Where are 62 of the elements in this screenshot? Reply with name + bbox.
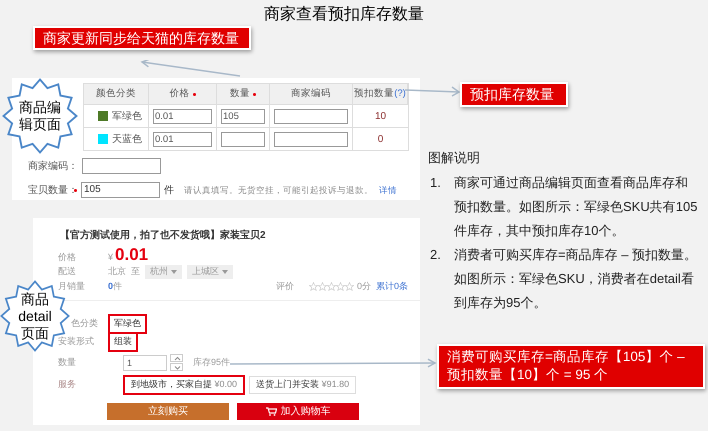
price-input[interactable]: 0.01 bbox=[153, 108, 212, 124]
option-chip[interactable]: 军绿色 bbox=[108, 314, 147, 334]
to-word: 至 bbox=[131, 265, 140, 278]
buy-now-button[interactable]: 立刻购买 bbox=[107, 403, 229, 420]
field-label: 配送 bbox=[58, 265, 77, 278]
explanation-text: 消费者可购买库存=商品库存 – 预扣数量。如图所示：军绿色SKU，消费者在detail看到库存为95个。 bbox=[454, 246, 698, 312]
reserved-count: 10 bbox=[374, 110, 386, 124]
list-number: 2. bbox=[429, 246, 442, 264]
merchant-code-input[interactable] bbox=[274, 132, 348, 146]
callout-label: 商家更新同步给天猫的库存数量 bbox=[33, 26, 251, 50]
field-label: 价格 bbox=[58, 251, 77, 264]
column-header: 价格 bbox=[149, 84, 217, 104]
product-title: 【官方测试使用，拍了也不发货哦】家装宝贝2 bbox=[60, 228, 266, 243]
quantity-input[interactable]: 1 bbox=[123, 354, 167, 370]
color-name: 天蓝色 bbox=[112, 132, 142, 146]
badge-label: 商品detail页面 bbox=[17, 290, 53, 342]
field-label: 服务 bbox=[58, 378, 77, 391]
field-label: 数量 bbox=[58, 356, 77, 369]
caret-icon bbox=[171, 270, 177, 274]
field-label: 宝贝数量： bbox=[28, 184, 74, 198]
unit-label: 件 bbox=[164, 184, 174, 198]
add-to-cart-button[interactable]: 加入购物车 bbox=[237, 403, 359, 420]
quantity-input[interactable] bbox=[221, 132, 265, 146]
callout-label: 消费可购买库存=商品库存【105】个 – 预扣数量【10】个 = 95 个 bbox=[437, 344, 705, 389]
stock-count: 库存95件 bbox=[193, 356, 230, 369]
reviews-link[interactable]: 累计0条 bbox=[376, 280, 408, 294]
merchant-code-input[interactable] bbox=[82, 158, 161, 174]
details-link[interactable]: 详情 bbox=[379, 184, 397, 196]
item-quantity-input[interactable]: 105 bbox=[81, 182, 160, 198]
cart-icon bbox=[266, 407, 276, 416]
explanation-text: 商家可通过商品编辑页面查看商品库存和预扣数量。如图所示：军绿色SKU共有105件库存，其中预扣库存10个。 bbox=[454, 174, 698, 240]
callout-label: 预扣库存数量 bbox=[460, 82, 568, 107]
column-header: 预扣数量(?) bbox=[353, 84, 408, 104]
hint-text: 请认真填写。无货空挂，可能引起投诉与退款。 bbox=[184, 184, 373, 196]
list-number: 1. bbox=[429, 174, 442, 192]
field-label: 商家编码： bbox=[28, 160, 78, 174]
column-header: 数量 bbox=[217, 84, 270, 104]
service-option[interactable]: 到地级市，买家自提 ¥0.00 bbox=[123, 375, 246, 394]
slide-title: 商家查看预扣库存数量 bbox=[264, 4, 424, 25]
field-label: 色分类 bbox=[71, 317, 99, 330]
field-label: 月销量 bbox=[58, 280, 86, 293]
help-link[interactable]: (?) bbox=[394, 86, 406, 102]
badge-label: 商品编辑页面 bbox=[18, 99, 62, 133]
option-chip[interactable]: 组装 bbox=[108, 332, 138, 352]
explanation-heading: 图解说明 bbox=[428, 149, 481, 167]
arrow bbox=[405, 86, 460, 97]
column-header: 商家编码 bbox=[270, 84, 353, 104]
origin-city: 北京 bbox=[108, 265, 126, 278]
reserved-count: 0 bbox=[378, 132, 384, 146]
column-header: 颜色分类 bbox=[84, 84, 149, 104]
price-input[interactable]: 0.01 bbox=[153, 132, 212, 146]
color-name: 军绿色 bbox=[112, 110, 142, 124]
merchant-code-input[interactable] bbox=[274, 108, 348, 124]
quantity-input[interactable]: 105 bbox=[221, 108, 265, 124]
price-value: 0.01 bbox=[115, 244, 148, 266]
rating-score: 0分 bbox=[356, 280, 371, 293]
field-label: 评价 bbox=[276, 280, 294, 293]
currency-sign: ¥ bbox=[108, 251, 114, 264]
sales-count: 0件 bbox=[108, 280, 122, 293]
field-label: 安装形式 bbox=[58, 335, 95, 348]
service-option[interactable]: 送货上门并安装 ¥91.80 bbox=[249, 376, 356, 394]
caret-icon bbox=[222, 270, 228, 274]
